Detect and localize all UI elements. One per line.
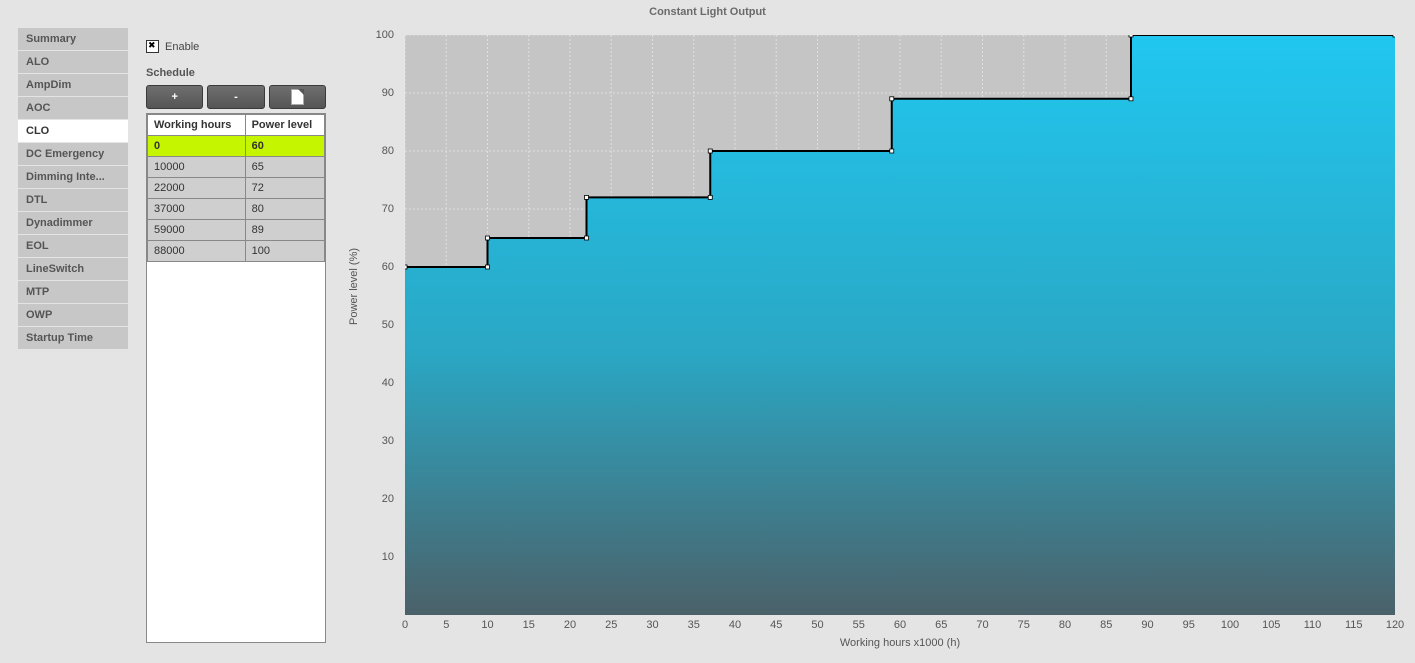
x-tick: 45 [770,619,782,631]
sidebar-item-alo[interactable]: ALO [18,51,128,74]
x-tick: 40 [729,619,741,631]
x-tick: 0 [402,619,408,631]
new-doc-button[interactable] [269,85,326,109]
table-row[interactable]: 5900089 [148,220,325,241]
table-row[interactable]: 88000100 [148,241,325,262]
x-tick: 115 [1345,619,1363,631]
x-tick: 5 [443,619,449,631]
cell-level[interactable]: 72 [245,178,324,199]
y-tick: 30 [382,435,394,447]
enable-checkbox[interactable] [146,40,159,53]
y-tick: 90 [382,87,394,99]
x-tick: 30 [646,619,658,631]
y-axis-ticks: 102030405060708090100 [340,35,400,615]
config-panel: Enable Schedule + - Working hours Power … [146,40,326,643]
add-button[interactable]: + [146,85,203,109]
y-tick: 70 [382,203,394,215]
cell-hours[interactable]: 10000 [148,157,246,178]
x-tick: 85 [1100,619,1112,631]
sidebar-item-mtp[interactable]: MTP [18,281,128,304]
sidebar-item-owp[interactable]: OWP [18,304,128,327]
y-tick: 50 [382,319,394,331]
x-tick: 90 [1141,619,1153,631]
sidebar-item-dimming-inte-[interactable]: Dimming Inte... [18,166,128,189]
sidebar-item-dtl[interactable]: DTL [18,189,128,212]
sidebar-item-lineswitch[interactable]: LineSwitch [18,258,128,281]
cell-level[interactable]: 60 [245,136,324,157]
x-tick: 55 [853,619,865,631]
sidebar-item-startup-time[interactable]: Startup Time [18,327,128,350]
sidebar-item-dynadimmer[interactable]: Dynadimmer [18,212,128,235]
y-tick: 100 [376,29,394,41]
x-tick: 110 [1304,619,1322,631]
chart-plot[interactable] [405,35,1395,615]
x-tick: 35 [688,619,700,631]
x-tick: 65 [935,619,947,631]
y-tick: 60 [382,261,394,273]
cell-level[interactable]: 65 [245,157,324,178]
col-header-hours[interactable]: Working hours [148,115,246,136]
y-tick: 40 [382,377,394,389]
x-tick: 60 [894,619,906,631]
x-tick: 20 [564,619,576,631]
y-tick: 80 [382,145,394,157]
x-tick: 70 [976,619,988,631]
sidebar-item-summary[interactable]: Summary [18,28,128,51]
x-tick: 120 [1386,619,1404,631]
enable-label: Enable [165,41,199,53]
cell-hours[interactable]: 0 [148,136,246,157]
enable-row: Enable [146,40,326,53]
cell-level[interactable]: 100 [245,241,324,262]
x-tick: 95 [1183,619,1195,631]
cell-hours[interactable]: 88000 [148,241,246,262]
x-tick: 105 [1262,619,1280,631]
table-row[interactable]: 2200072 [148,178,325,199]
x-tick: 50 [811,619,823,631]
cell-hours[interactable]: 22000 [148,178,246,199]
cell-level[interactable]: 80 [245,199,324,220]
cell-hours[interactable]: 37000 [148,199,246,220]
cell-hours[interactable]: 59000 [148,220,246,241]
x-tick: 100 [1221,619,1239,631]
sidebar-item-eol[interactable]: EOL [18,235,128,258]
y-tick: 20 [382,493,394,505]
schedule-table: Working hours Power level 06010000652200… [146,113,326,643]
col-header-level[interactable]: Power level [245,115,324,136]
cell-level[interactable]: 89 [245,220,324,241]
sidebar-item-clo[interactable]: CLO [18,120,128,143]
table-row[interactable]: 1000065 [148,157,325,178]
sidebar-item-aoc[interactable]: AOC [18,97,128,120]
sidebar-item-dc-emergency[interactable]: DC Emergency [18,143,128,166]
chart-area: Power level (%) Working hours x1000 (h) … [340,15,1410,655]
y-tick: 10 [382,551,394,563]
table-row[interactable]: 060 [148,136,325,157]
table-row[interactable]: 3700080 [148,199,325,220]
schedule-buttons: + - [146,85,326,109]
x-tick: 80 [1059,619,1071,631]
document-icon [292,90,303,104]
x-tick: 75 [1018,619,1030,631]
remove-button[interactable]: - [207,85,264,109]
sidebar: SummaryALOAmpDimAOCCLODC EmergencyDimmin… [18,28,128,350]
x-tick: 25 [605,619,617,631]
sidebar-item-ampdim[interactable]: AmpDim [18,74,128,97]
x-tick: 10 [481,619,493,631]
x-axis-label: Working hours x1000 (h) [405,637,1395,649]
x-tick: 15 [523,619,535,631]
schedule-label: Schedule [146,67,326,79]
